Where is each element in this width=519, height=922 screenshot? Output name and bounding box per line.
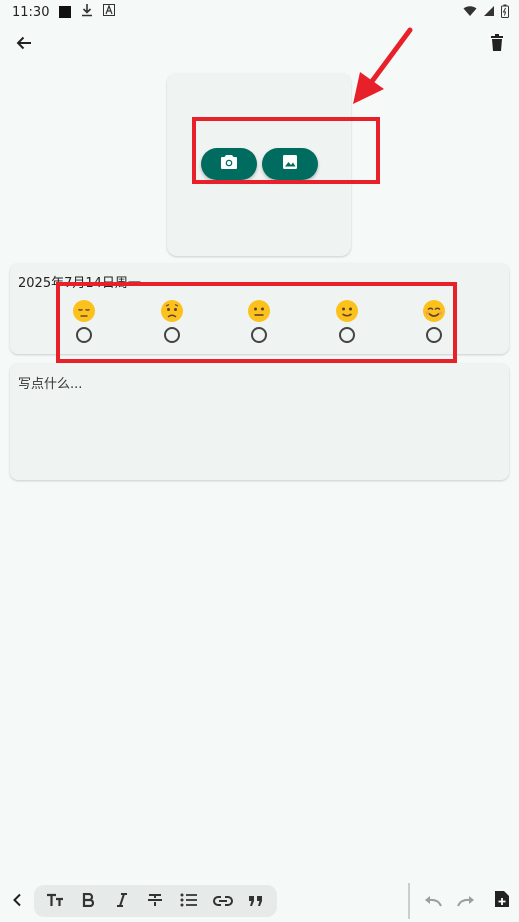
font-a-icon (103, 4, 116, 20)
mood-radio[interactable] (76, 327, 92, 343)
bold-icon (82, 892, 95, 911)
battery-icon (501, 4, 509, 22)
annotation-arrow-icon (353, 27, 413, 104)
mood-option[interactable] (332, 299, 362, 343)
toolbar-divider (408, 883, 410, 919)
back-button[interactable] (6, 27, 42, 63)
delete-button[interactable] (479, 27, 515, 63)
status-bar: 11:30 (0, 0, 519, 24)
undo-icon (423, 892, 443, 911)
slightly-smiling-face-icon (335, 299, 359, 323)
bullet-list-button[interactable] (176, 888, 202, 914)
entry-date[interactable]: 2025年7月14日周一 (18, 272, 141, 291)
chevron-left-icon (12, 892, 22, 911)
redo-icon (456, 892, 476, 911)
photo-placeholder (167, 73, 351, 256)
mood-radio[interactable] (164, 327, 180, 343)
formatting-toolbar (0, 880, 519, 922)
note-input[interactable] (10, 363, 509, 480)
link-button[interactable] (210, 888, 236, 914)
gallery-button[interactable] (262, 148, 318, 180)
smiling-face-icon (422, 299, 446, 323)
pensive-face-icon (72, 299, 96, 323)
collapse-toolbar-button[interactable] (6, 890, 28, 912)
quote-icon (248, 892, 264, 911)
notification-square-icon (59, 6, 72, 18)
italic-icon (116, 892, 128, 911)
mood-radio[interactable] (426, 327, 442, 343)
mood-option[interactable] (157, 299, 187, 343)
mood-radio[interactable] (339, 327, 355, 343)
redo-button[interactable] (454, 889, 478, 913)
new-document-button[interactable] (490, 889, 514, 913)
mood-radio[interactable] (251, 327, 267, 343)
text-size-button[interactable] (42, 888, 68, 914)
italic-button[interactable] (109, 888, 135, 914)
mood-option[interactable] (419, 299, 449, 343)
download-icon (81, 3, 93, 21)
mood-option[interactable] (69, 299, 99, 343)
text-size-icon (46, 892, 64, 911)
link-icon (212, 892, 233, 911)
camera-button[interactable] (201, 148, 257, 180)
neutral-face-icon (247, 299, 271, 323)
undo-button[interactable] (421, 889, 445, 913)
note-card (10, 363, 509, 480)
bold-button[interactable] (75, 888, 101, 914)
signal-icon (483, 5, 495, 21)
image-icon (282, 154, 298, 174)
add-document-icon (494, 890, 510, 912)
strikethrough-button[interactable] (142, 888, 168, 914)
status-time: 11:30 (12, 4, 50, 20)
strikethrough-icon (147, 892, 163, 911)
bullet-list-icon (180, 892, 198, 911)
trash-icon (490, 34, 504, 56)
arrow-left-icon (15, 34, 33, 56)
mood-option[interactable] (244, 299, 274, 343)
quote-button[interactable] (243, 888, 269, 914)
wifi-icon (463, 5, 477, 21)
date-mood-card: 2025年7月14日周一 (10, 263, 509, 354)
camera-icon (220, 154, 238, 174)
format-buttons-group (34, 885, 277, 917)
worried-face-icon (160, 299, 184, 323)
